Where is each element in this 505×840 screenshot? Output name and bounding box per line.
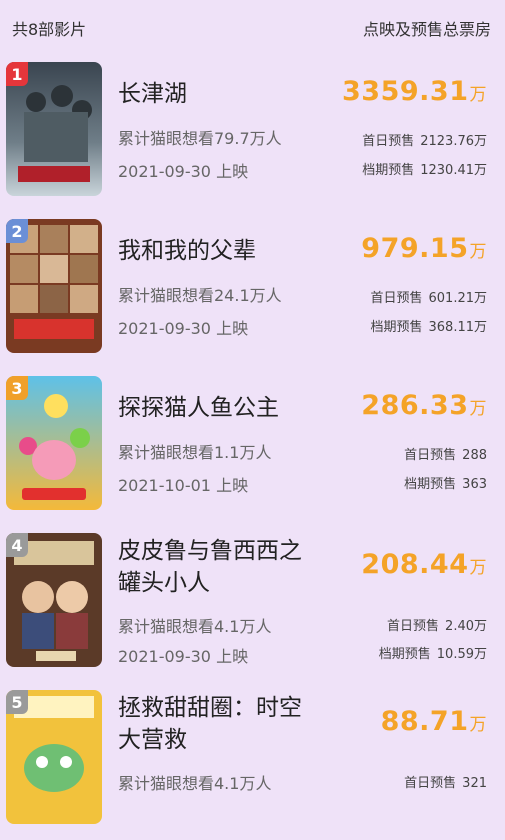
first-day-label: 首日预售 [362, 134, 415, 149]
period-label: 档期预售 [378, 647, 431, 662]
movie-count: 共8部影片 [12, 20, 87, 39]
movie-poster[interactable]: 2 [6, 219, 102, 353]
first-day-label: 首日预售 [404, 776, 457, 791]
box-office-amount: 286.33万 [361, 390, 487, 421]
first-day-value: 2.40万 [445, 619, 487, 634]
period-presale: 档期预售 10.59万 [379, 643, 487, 662]
want-to-watch-count: 累计猫眼想看4.1万人 [118, 617, 272, 636]
first-day-label: 首日预售 [387, 619, 440, 634]
movie-row[interactable]: 1 长津湖 累计猫眼想看79.7万人 2021-09-30 上映 3359.31… [0, 62, 505, 212]
first-day-label: 首日预售 [404, 448, 457, 463]
amount-unit: 万 [469, 242, 487, 262]
release-date: 2021-10-01 上映 [118, 476, 249, 495]
movie-title: 我和我的父辈 [118, 238, 256, 264]
list-header: 共8部影片 点映及预售总票房 [0, 0, 505, 52]
want-to-watch-count: 累计猫眼想看79.7万人 [118, 129, 282, 148]
rank-badge: 3 [6, 376, 28, 400]
movie-title-line-2: 大营救 [118, 727, 187, 753]
rank-badge: 4 [6, 533, 28, 557]
movie-title: 拯救甜甜圈：时空 大营救 [118, 692, 333, 756]
release-date: 2021-09-30 上映 [118, 162, 249, 181]
period-presale: 档期预售 1230.41万 [362, 159, 487, 178]
rank-badge: 5 [6, 690, 28, 714]
movie-poster[interactable]: 4 [6, 533, 102, 667]
movie-title-line-1: 皮皮鲁与鲁西西之 [118, 538, 302, 564]
release-date: 2021-09-30 上映 [118, 647, 249, 666]
movie-row[interactable]: 5 拯救甜甜圈：时空 大营救 累计猫眼想看4.1万人 88.71万 首日预售 32… [0, 690, 505, 840]
movie-title: 探探猫人鱼公主 [118, 395, 279, 421]
movie-row[interactable]: 2 我和我的父辈 累计猫眼想看24.1万人 2021-09-30 上映 979.… [0, 219, 505, 369]
movie-title-line-2: 罐头小人 [118, 570, 210, 596]
first-day-presale: 首日预售 601.21万 [370, 287, 487, 306]
first-day-presale: 首日预售 2.40万 [387, 615, 487, 634]
want-to-watch-count: 累计猫眼想看24.1万人 [118, 286, 282, 305]
amount-value: 208.44 [361, 549, 469, 580]
movie-poster[interactable]: 1 [6, 62, 102, 196]
period-value: 1230.41万 [420, 163, 487, 178]
movie-title: 皮皮鲁与鲁西西之 罐头小人 [118, 535, 333, 599]
movie-row[interactable]: 3 探探猫人鱼公主 累计猫眼想看1.1万人 2021-10-01 上映 286.… [0, 376, 505, 526]
period-label: 档期预售 [362, 163, 415, 178]
rank-badge: 2 [6, 219, 28, 243]
first-day-value: 601.21万 [428, 291, 488, 306]
period-value: 10.59万 [436, 647, 487, 662]
box-office-amount: 88.71万 [381, 706, 487, 737]
period-value: 368.11万 [428, 320, 488, 335]
first-day-presale: 首日预售 288 [404, 444, 487, 463]
amount-value: 3359.31 [342, 76, 469, 107]
movie-poster[interactable]: 3 [6, 376, 102, 510]
first-day-value: 2123.76万 [420, 134, 487, 149]
movie-title: 长津湖 [118, 81, 187, 107]
amount-value: 979.15 [361, 233, 469, 264]
first-day-presale: 首日预售 321 [404, 772, 487, 791]
movie-title-line-1: 拯救甜甜圈：时空 [118, 695, 302, 721]
period-label: 档期预售 [404, 477, 457, 492]
want-to-watch-count: 累计猫眼想看1.1万人 [118, 443, 272, 462]
amount-unit: 万 [469, 85, 487, 105]
box-office-amount: 208.44万 [361, 549, 487, 580]
box-office-column-label: 点映及预售总票房 [362, 20, 491, 39]
period-label: 档期预售 [370, 320, 423, 335]
amount-unit: 万 [469, 715, 487, 735]
box-office-amount: 3359.31万 [342, 76, 487, 107]
amount-unit: 万 [469, 399, 487, 419]
period-presale: 档期预售 363 [404, 473, 487, 492]
amount-unit: 万 [469, 558, 487, 578]
first-day-presale: 首日预售 2123.76万 [362, 130, 487, 149]
period-value: 363 [462, 477, 487, 492]
first-day-value: 288 [462, 448, 487, 463]
want-to-watch-count: 累计猫眼想看4.1万人 [118, 774, 272, 793]
first-day-value: 321 [462, 776, 487, 791]
movie-row[interactable]: 4 皮皮鲁与鲁西西之 罐头小人 累计猫眼想看4.1万人 2021-09-30 上… [0, 533, 505, 683]
box-office-amount: 979.15万 [361, 233, 487, 264]
amount-value: 286.33 [361, 390, 469, 421]
first-day-label: 首日预售 [370, 291, 423, 306]
release-date: 2021-09-30 上映 [118, 319, 249, 338]
rank-badge: 1 [6, 62, 28, 86]
period-presale: 档期预售 368.11万 [370, 316, 487, 335]
amount-value: 88.71 [380, 706, 469, 737]
movie-poster[interactable]: 5 [6, 690, 102, 824]
